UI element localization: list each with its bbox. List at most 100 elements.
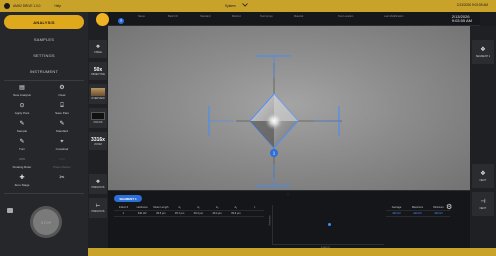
chart-y-label: Hardness (268, 215, 272, 226)
table-row[interactable]: 1 440 HV 39.5 µm 39.7 µm 39.3 µm 39.4 µm… (114, 211, 264, 217)
apply-pars-label: Apply Pars (14, 111, 30, 115)
panel-resize-handle[interactable]: ⋮ (284, 193, 292, 196)
nav-analysis-button[interactable]: ANALYSIS (4, 15, 84, 29)
crosshair-label: Crosshair (55, 147, 69, 151)
nav-instrument-button[interactable]: INSTRUMENT (4, 64, 84, 78)
sample-label: Sample (16, 129, 28, 133)
clear-icon: ⚙ (59, 85, 65, 91)
camera-icon[interactable] (7, 208, 13, 213)
place-marker-icon: ⋯ (59, 157, 65, 163)
sample-icon: ✎ (19, 121, 25, 127)
app-logo-icon (4, 3, 10, 9)
info-col-batch: Batch ID (168, 15, 178, 18)
info-col-test-location: Test Location (338, 15, 354, 18)
table-header: z (253, 206, 256, 209)
table-cell: 1 (122, 212, 125, 215)
floating-ruler-button[interactable]: ⋯ Floating Ruler (7, 157, 37, 171)
nav-samples-button[interactable]: SAMPLES (4, 32, 84, 46)
info-col-name: Name (138, 15, 145, 18)
stop-label: STOP (33, 209, 59, 235)
table-cell: 39.6 µm (231, 212, 241, 215)
stats-value: 440 HV (413, 212, 422, 215)
floating-ruler-icon: ⋯ (19, 157, 25, 163)
turn-label: Turn (18, 147, 26, 151)
place-marker-label: Place Marker (53, 165, 71, 169)
next-move-button[interactable]: ❖ NEXT (472, 164, 494, 188)
table-header: d₃ (215, 206, 219, 209)
indent-center-glow (265, 112, 283, 130)
segment-tab[interactable]: SEGMENT 1 (114, 195, 142, 202)
turn-button[interactable]: ✎ Turn (7, 139, 37, 153)
microscope-image-viewport[interactable]: 1 (108, 26, 470, 190)
info-col-test-group: Test Group (260, 15, 273, 18)
table-header: d₂ (197, 206, 200, 209)
new-analysis-button[interactable]: ▤ New Analysis (7, 85, 37, 99)
table-header: Mean Length (153, 206, 169, 209)
apply-pars-icon: ⊙ (19, 103, 25, 109)
cut-button[interactable]: ✂ (47, 175, 77, 189)
new-analysis-icon: ▤ (19, 85, 25, 91)
previous-move-button[interactable]: ❖ PREVIOUS (89, 174, 107, 194)
app-name: AMH2 DRIVE 1.0.0 (13, 4, 41, 8)
crosshair-button[interactable]: ⌖ Crosshair (47, 139, 77, 153)
next-label: NEXT (479, 206, 487, 210)
move-icon: ❖ (95, 43, 101, 50)
next-button[interactable]: ⊣ NEXT (472, 192, 494, 216)
previous-move-label: PREVIOUS (91, 185, 105, 189)
time-line: 9:03:55 AM (451, 18, 472, 24)
stats-table: Average Maximum Minimum 440 HV 440 HV 44… (386, 205, 450, 217)
system-menu[interactable]: System (225, 3, 248, 8)
save-pars-label: Save Pars (55, 111, 69, 115)
nav-settings-button[interactable]: SETTINGS (4, 48, 84, 62)
zoom-label: ZOOM (94, 142, 102, 146)
title-bar: AMH2 DRIVE 1.0.0 Help System 2/13/2026 9… (0, 0, 496, 12)
chart-point[interactable] (328, 223, 331, 226)
stats-value: 440 HV (392, 212, 401, 215)
zoom-button[interactable]: 3316x ZOOM (89, 132, 107, 150)
table-header: Hardness (136, 206, 148, 209)
system-label: System (225, 3, 236, 8)
question-icon[interactable]: ? (118, 18, 124, 24)
place-marker-button[interactable]: ⋯ Place Marker (47, 157, 77, 171)
focus-button[interactable]: FOCUS (89, 108, 107, 128)
help-menu[interactable]: Help (54, 4, 61, 8)
app-identity: AMH2 DRIVE 1.0.0 (4, 3, 40, 9)
objective-button[interactable]: 50x OBJECTIVE (89, 62, 107, 80)
datetime-label: 2/13/2026 9:03:55 AM (456, 3, 488, 7)
sample-button[interactable]: ✎ Sample (7, 121, 37, 135)
info-col-last-mod: Last Modification (384, 15, 404, 18)
right-column: ❖ SEGMENT 1 ❖ NEXT ⊣ NEXT (470, 26, 496, 256)
table-cell: 39.7 µm (174, 212, 185, 215)
table-header: d₄ (234, 206, 238, 209)
zero-stage-label: Zero Stage (14, 183, 30, 187)
save-pars-icon: ⍓ (60, 103, 64, 109)
gear-icon[interactable]: ⚙ (446, 204, 452, 211)
standard-button[interactable]: ✎ Standard (47, 121, 77, 135)
standard-icon: ✎ (59, 121, 65, 127)
table-button[interactable]: ❖ TABLE (89, 40, 107, 58)
status-circle[interactable] (96, 13, 109, 26)
clear-label: Clear (58, 93, 66, 97)
crosshair-icon: ⌖ (60, 139, 64, 145)
divider (4, 193, 84, 194)
stats-header: Average (391, 206, 402, 209)
hardness-chart: Hardness Indent # (268, 205, 384, 249)
objective-label: OBJECTIVE (91, 72, 105, 76)
table-header: d₁ (178, 206, 181, 209)
zero-stage-button[interactable]: ✚ Zero Stage (7, 175, 37, 189)
segment-move-button[interactable]: ❖ SEGMENT 1 (472, 40, 494, 64)
apply-pars-button[interactable]: ⊙ Apply Pars (7, 103, 37, 117)
info-col-method: Method (232, 15, 241, 18)
chevron-down-icon (241, 3, 248, 8)
left-sidebar: ANALYSIS SAMPLES SETTINGS INSTRUMENT ▤ N… (0, 12, 88, 256)
clear-button[interactable]: ⚙ Clear (47, 85, 77, 99)
save-pars-button[interactable]: ⍓ Save Pars (47, 103, 77, 117)
sample-info-bar: ? Name Batch ID Standard Method Test Gro… (96, 12, 480, 26)
indent-table: Indent # Hardness Mean Length d₁ d₂ d₃ d… (114, 205, 264, 217)
next-move-label: NEXT (479, 178, 487, 182)
overview-button[interactable]: OVERVIEW (89, 84, 107, 104)
stop-button[interactable]: STOP (30, 206, 62, 238)
focus-thumbnail (91, 112, 105, 120)
previous-button[interactable]: ⊢ PREVIOUS (89, 198, 107, 218)
last-modified-date: 2/13/2026 9:03:55 AM (451, 14, 472, 24)
